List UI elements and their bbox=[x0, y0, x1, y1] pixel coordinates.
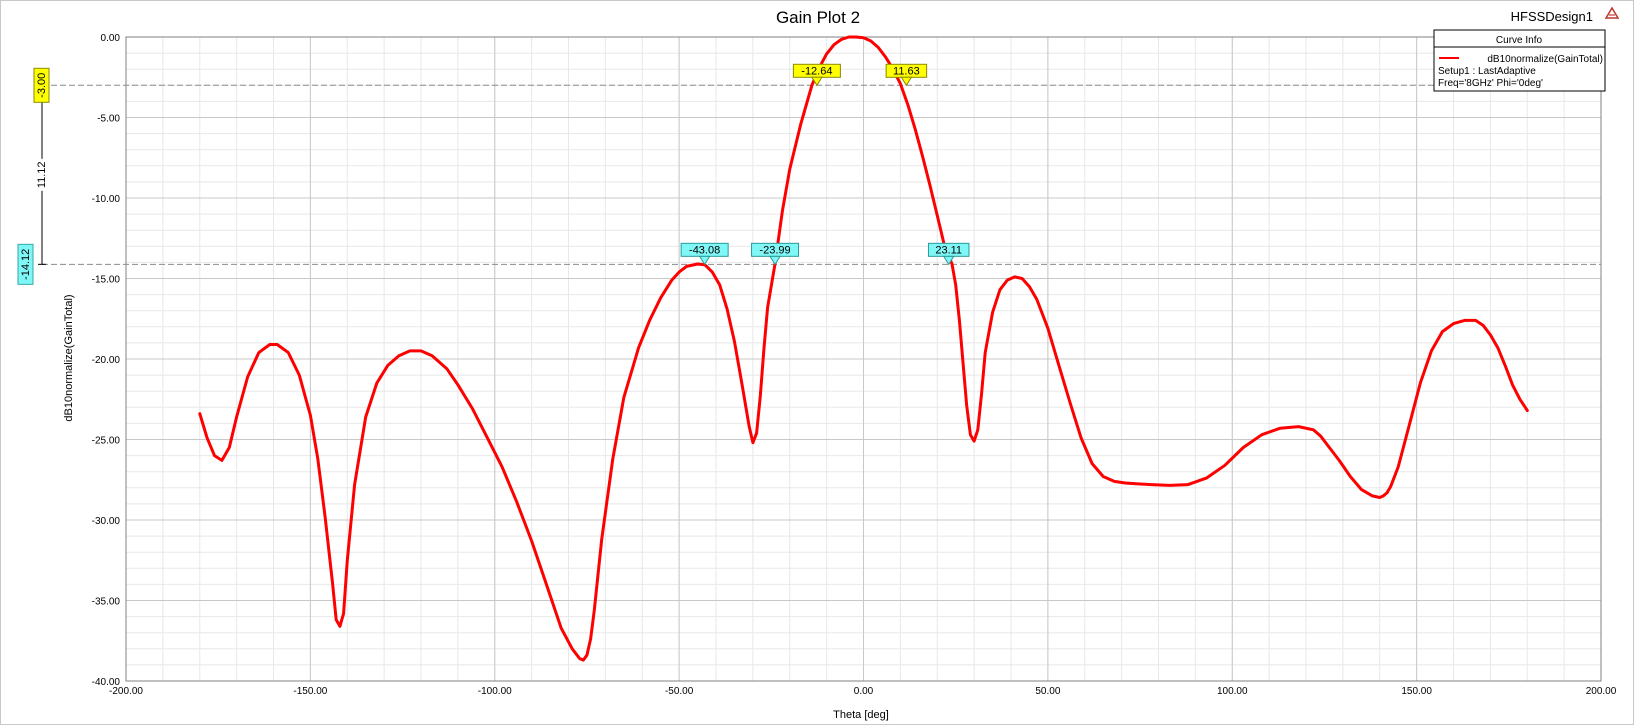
legend-freq: Freq='8GHz' Phi='0deg' bbox=[1438, 78, 1543, 89]
delta-upper-label: -3.00 bbox=[36, 73, 48, 98]
y-tick-label: -40.00 bbox=[92, 677, 121, 688]
y-tick-label: -30.00 bbox=[92, 516, 121, 527]
marker--23.99[interactable]: -23.99 bbox=[751, 242, 800, 266]
marker-label: -12.64 bbox=[801, 65, 832, 77]
x-axis-ticks: -200.00 -150.00 -100.00 -50.00 0.00 50.00 100.… bbox=[109, 686, 1617, 697]
design-name: HFSSDesign1 bbox=[1511, 9, 1593, 24]
x-tick-label: 50.00 bbox=[1035, 686, 1060, 697]
x-tick-label: 200.00 bbox=[1586, 686, 1617, 697]
gain-chart[interactable]: -200.00 -150.00 -100.00 -50.00 0.00 50.00 100.… bbox=[1, 1, 1634, 726]
marker-label: 11.63 bbox=[893, 65, 920, 77]
y-tick-label: -15.00 bbox=[92, 275, 121, 286]
marker-label: -23.99 bbox=[759, 244, 790, 256]
x-axis-label: Theta [deg] bbox=[833, 709, 889, 721]
marker--12.64[interactable]: -12.64 bbox=[792, 63, 841, 87]
x-tick-label: -150.00 bbox=[293, 686, 327, 697]
ansys-logo-icon bbox=[1604, 6, 1620, 19]
legend-entry: dB10normalize(GainTotal) bbox=[1487, 54, 1603, 65]
y-tick-label: 0.00 bbox=[101, 33, 121, 44]
x-tick-label: 150.00 bbox=[1401, 686, 1432, 697]
y-axis-label: dB10normalize(GainTotal) bbox=[63, 294, 75, 421]
y-tick-label: -25.00 bbox=[92, 436, 121, 447]
marker-23.11[interactable]: 23.11 bbox=[927, 242, 970, 266]
reference-lines bbox=[42, 84, 1601, 265]
x-tick-label: 100.00 bbox=[1217, 686, 1248, 697]
chart-title: Gain Plot 2 bbox=[776, 8, 860, 27]
plot-window: -200.00 -150.00 -100.00 -50.00 0.00 50.00 100.… bbox=[0, 0, 1634, 725]
marker--43.08[interactable]: -43.08 bbox=[680, 242, 729, 266]
marker-pointer bbox=[900, 76, 913, 87]
curve-info-legend[interactable]: Curve Info dB10normalize(GainTotal) Setu… bbox=[1433, 29, 1606, 92]
delta-marker-bar[interactable]: -3.00 -14.12 11.12 bbox=[17, 67, 50, 285]
delta-lower-label: -14.12 bbox=[20, 249, 32, 280]
y-tick-label: -10.00 bbox=[92, 194, 121, 205]
y-axis-ticks: 0.00 -5.00 -10.00 -15.00 -20.00 -25.00 -30.00 -… bbox=[92, 33, 121, 688]
marker-pointer bbox=[769, 255, 781, 266]
marker-label: 23.11 bbox=[935, 244, 962, 256]
legend-header: Curve Info bbox=[1496, 35, 1543, 46]
y-tick-label: -5.00 bbox=[97, 114, 120, 125]
legend-setup: Setup1 : LastAdaptive bbox=[1438, 66, 1536, 77]
delta-value-label: 11.12 bbox=[36, 161, 48, 188]
x-tick-label: -100.00 bbox=[478, 686, 512, 697]
x-tick-label: -50.00 bbox=[665, 686, 694, 697]
y-tick-label: -35.00 bbox=[92, 597, 121, 608]
marker-11.63[interactable]: 11.63 bbox=[885, 63, 928, 87]
y-tick-label: -20.00 bbox=[92, 355, 121, 366]
marker-label: -43.08 bbox=[689, 244, 720, 256]
x-tick-label: 0.00 bbox=[854, 686, 874, 697]
